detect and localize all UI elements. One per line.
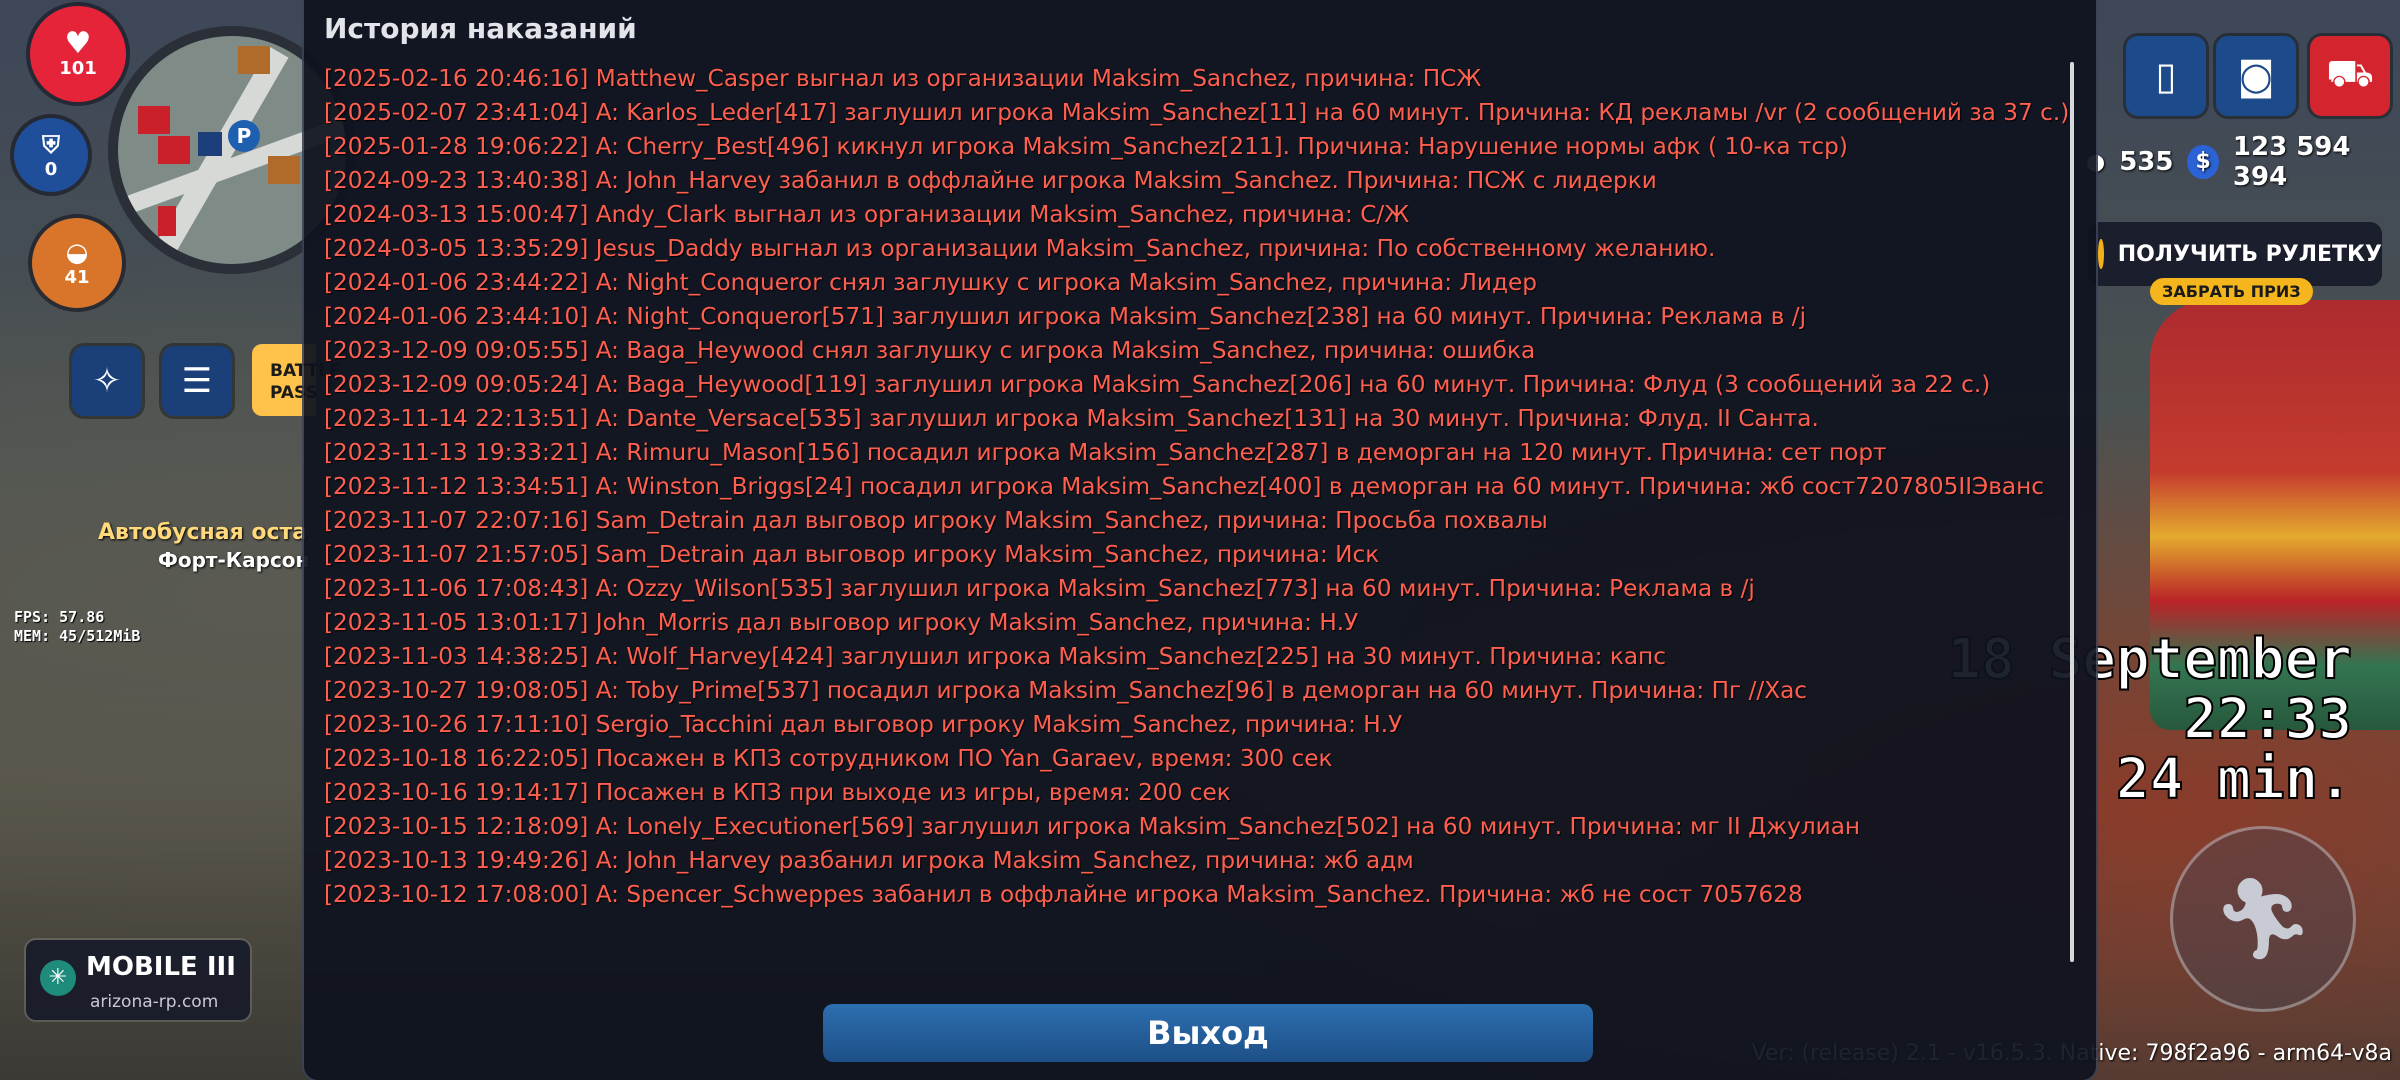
server-site: arizona-rp.com xyxy=(90,992,219,1012)
log-entry: [2023-10-15 12:18:09] A: Lonely_Executio… xyxy=(324,813,1861,840)
inventory-button[interactable]: ◙ xyxy=(2216,36,2296,116)
parking-icon: P xyxy=(228,120,260,152)
quests-button[interactable]: ☰ xyxy=(162,346,232,416)
log-entry: [2023-10-16 19:14:17] Посажен в КПЗ при … xyxy=(324,779,1231,806)
fps-readout: FPS: 57.86 xyxy=(14,608,105,626)
log-entry: [2023-11-14 22:13:51] A: Dante_Versace[5… xyxy=(324,405,1819,432)
heart-icon: ♥ xyxy=(64,26,92,61)
cursor-icon: ✧ xyxy=(92,361,122,401)
armor-value: 0 xyxy=(44,159,58,180)
punishment-history-dialog: История наказаний [2025-02-16 20:46:16] … xyxy=(304,0,2096,1080)
bus-stop-label: Автобусная оста xyxy=(98,520,308,545)
hunger-value: 41 xyxy=(64,267,90,288)
mem-readout: MEM: 45/512MiB xyxy=(14,627,141,645)
log-entry: [2024-01-06 23:44:10] A: Night_Conqueror… xyxy=(324,303,1807,330)
burger-icon: ◒ xyxy=(65,238,89,268)
cart-icon: ⛟ xyxy=(2326,51,2374,95)
server-name: MOBILE III xyxy=(86,952,236,982)
dialog-title: История наказаний xyxy=(324,12,637,45)
punishment-log[interactable]: [2025-02-16 20:46:16] Matthew_Casper выг… xyxy=(324,62,2070,962)
location-label: Форт-Карсон xyxy=(158,548,310,572)
log-entry: [2023-12-09 09:05:24] A: Baga_Heywood[11… xyxy=(324,371,1991,398)
log-entry: [2024-03-05 13:35:29] Jesus_Daddy выгнал… xyxy=(324,235,1716,262)
log-entry: [2023-11-03 14:38:25] A: Wolf_Harvey[424… xyxy=(324,643,1666,670)
log-entry: [2023-11-07 22:07:16] Sam_Detrain дал вы… xyxy=(324,507,1548,534)
log-entry: [2023-10-13 19:49:26] A: John_Harvey раз… xyxy=(324,847,1414,874)
house-icon xyxy=(158,136,190,164)
log-entry: [2023-11-05 13:01:17] John_Morris дал вы… xyxy=(324,609,1359,636)
log-entry: [2025-02-16 20:46:16] Matthew_Casper выг… xyxy=(324,65,1482,92)
log-entry: [2023-12-09 09:05:55] A: Baga_Heywood сн… xyxy=(324,337,1536,364)
log-entry: [2023-10-18 16:22:05] Посажен в КПЗ сотр… xyxy=(324,745,1333,772)
currency-row: ● 535 $ 123 594 394 xyxy=(2086,132,2400,192)
server-logo: ✳ MOBILE III arizona-rp.com xyxy=(26,940,250,1020)
log-entry: [2024-01-06 23:44:22] A: Night_Conqueror… xyxy=(324,269,1537,296)
exit-button[interactable]: Выход xyxy=(823,1004,1593,1062)
business-icon xyxy=(268,156,300,184)
dollar-icon: $ xyxy=(2187,145,2219,179)
phone-icon: ▯ xyxy=(2155,54,2177,98)
backpack-icon: ◙ xyxy=(2237,54,2275,98)
roulette-label: ПОЛУЧИТЬ РУЛЕТКУ xyxy=(2117,241,2382,267)
log-entry: [2024-03-13 15:00:47] Andy_Clark выгнал … xyxy=(324,201,1410,228)
get-roulette-button[interactable]: ПОЛУЧИТЬ РУЛЕТКУ xyxy=(2088,222,2382,286)
sprint-button[interactable]: 🏃︎ xyxy=(2170,826,2356,1012)
coin-icon xyxy=(2098,239,2104,269)
running-man-icon: 🏃︎ xyxy=(2212,872,2314,965)
house-icon xyxy=(138,106,170,134)
health-indicator: ♥ 101 xyxy=(30,6,126,102)
spinner-menu-button[interactable]: ✧ xyxy=(72,346,142,416)
health-value: 101 xyxy=(59,58,97,79)
log-entry: [2023-11-13 19:33:21] A: Rimuru_Mason[15… xyxy=(324,439,1887,466)
log-entry: [2023-11-07 21:57:05] Sam_Detrain дал вы… xyxy=(324,541,1380,568)
log-entry: [2023-11-12 13:34:51] A: Winston_Briggs[… xyxy=(324,473,2045,500)
snowflake-icon: ✳ xyxy=(40,960,76,996)
armor-indicator: ⛨ 0 xyxy=(14,118,88,192)
shop-button[interactable]: ⛟ xyxy=(2310,36,2390,116)
log-entry: [2023-10-26 17:11:10] Sergio_Tacchini да… xyxy=(324,711,1403,738)
log-entry: [2024-09-23 13:40:38] A: John_Harvey заб… xyxy=(324,167,1657,194)
player-vehicle-icon xyxy=(198,132,222,156)
log-entry: [2023-10-27 19:08:05] A: Toby_Prime[537]… xyxy=(324,677,1808,704)
log-entry: [2023-10-12 17:08:00] A: Spencer_Schwepp… xyxy=(324,881,1803,908)
business-icon xyxy=(238,46,270,74)
money-value: 123 594 394 xyxy=(2232,132,2351,192)
armor-icon: ⛨ xyxy=(42,131,60,159)
checklist-icon: ☰ xyxy=(181,361,213,401)
gas-station-icon xyxy=(158,206,176,236)
claim-prize-button[interactable]: ЗАБРАТЬ ПРИЗ xyxy=(2150,278,2313,305)
log-scrollbar[interactable] xyxy=(2070,62,2074,962)
donate-count: 535 xyxy=(2119,147,2174,177)
log-entry: [2023-11-06 17:08:43] A: Ozzy_Wilson[535… xyxy=(324,575,1755,602)
log-entry: [2025-01-28 19:06:22] A: Cherry_Best[496… xyxy=(324,133,1848,160)
phone-button[interactable]: ▯ xyxy=(2126,36,2206,116)
perf-stats: FPS: 57.86 MEM: 45/512MiB xyxy=(14,608,140,646)
log-entry: [2025-02-07 23:41:04] A: Karlos_Leder[41… xyxy=(324,99,2070,126)
hunger-indicator: ◒ 41 xyxy=(32,218,122,308)
